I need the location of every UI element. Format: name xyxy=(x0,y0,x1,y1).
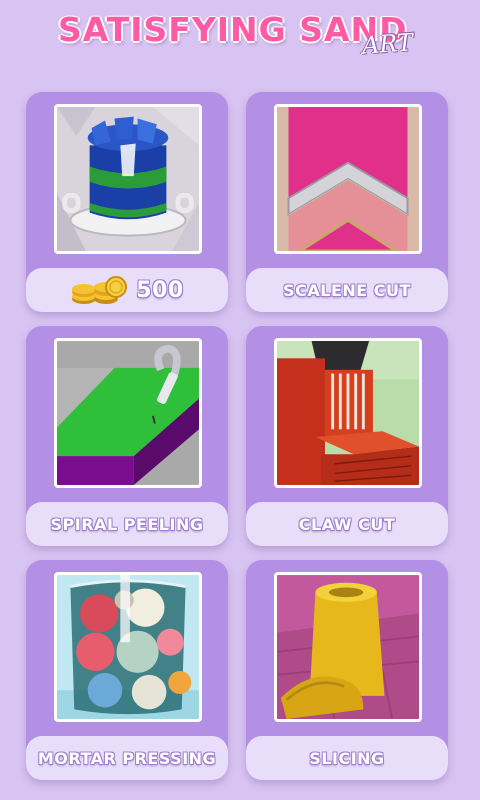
title-main: SATISFYING SAND xyxy=(58,10,408,49)
label-bar: SPIRAL PEELING xyxy=(26,502,228,546)
level-title: SLICING xyxy=(309,748,385,768)
spiral-peeling-thumbnail xyxy=(54,338,202,488)
label-bar: SLICING xyxy=(246,736,448,780)
level-title: SPIRAL PEELING xyxy=(50,514,204,534)
level-title: CLAW CUT xyxy=(298,514,396,534)
level-title: MORTAR PRESSING xyxy=(37,748,217,768)
scalene-cut-thumbnail xyxy=(274,104,422,254)
label-bar: SCALENE CUT xyxy=(246,268,448,312)
price-bar: 500 xyxy=(26,268,228,312)
level-card-spiral-peeling[interactable]: SPIRAL PEELING xyxy=(26,326,228,546)
sand-castle-thumbnail xyxy=(54,104,202,254)
mortar-pressing-thumbnail xyxy=(54,572,202,722)
level-card-scalene-cut[interactable]: SCALENE CUT xyxy=(246,92,448,312)
label-bar: CLAW CUT xyxy=(246,502,448,546)
level-card-sand-castle[interactable]: 500 xyxy=(26,92,228,312)
game-title: SATISFYING SAND ART xyxy=(0,0,480,80)
title-sub: ART xyxy=(361,28,414,60)
level-title: SCALENE CUT xyxy=(283,280,411,300)
level-card-slicing[interactable]: SLICING xyxy=(246,560,448,780)
label-bar: MORTAR PRESSING xyxy=(26,736,228,780)
gold-coins-icon xyxy=(72,276,128,304)
price-value: 500 xyxy=(136,277,184,303)
level-card-mortar-pressing[interactable]: MORTAR PRESSING xyxy=(26,560,228,780)
slicing-thumbnail xyxy=(274,572,422,722)
claw-cut-thumbnail xyxy=(274,338,422,488)
level-card-claw-cut[interactable]: CLAW CUT xyxy=(246,326,448,546)
